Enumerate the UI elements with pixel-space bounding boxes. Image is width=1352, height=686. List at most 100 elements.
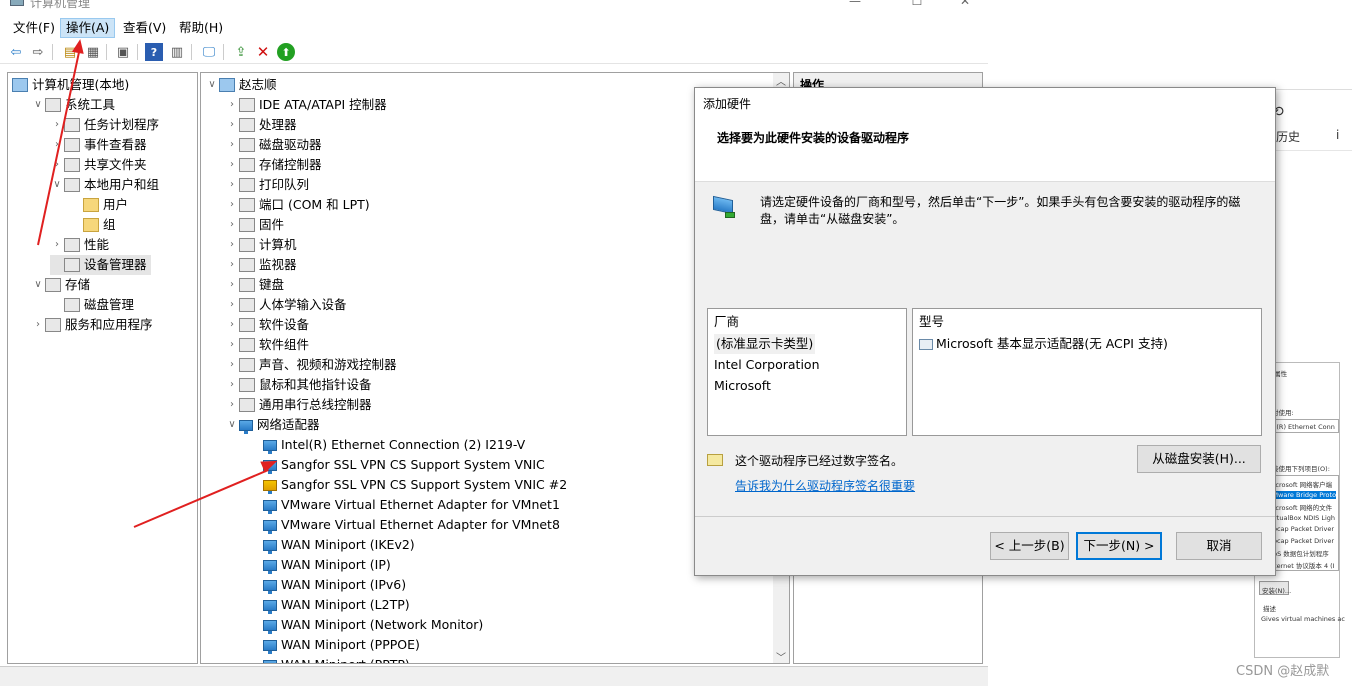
manufacturer-item[interactable]: Intel Corporation	[714, 355, 820, 375]
network-adapter-item[interactable]: VMware Virtual Ethernet Adapter for VMne…	[263, 515, 560, 535]
next-button[interactable]: 下一步(N) >	[1076, 532, 1162, 560]
device-category[interactable]: › 端口 (COM 和 LPT)	[225, 195, 370, 215]
device-category[interactable]: › 鼠标和其他指针设备	[225, 375, 372, 395]
tree-item[interactable]: 组	[69, 215, 116, 235]
device-category[interactable]: › 监视器	[225, 255, 297, 275]
chevron-right-icon[interactable]: ›	[225, 195, 239, 215]
device-category[interactable]: › 磁盘驱动器	[225, 135, 322, 155]
network-adapter-item[interactable]: Intel(R) Ethernet Connection (2) I219-V	[263, 435, 525, 455]
network-adapter-item[interactable]: WAN Miniport (PPTP)	[263, 655, 410, 663]
cancel-button[interactable]: 取消	[1176, 532, 1262, 560]
update-driver-icon[interactable]: ⇪	[232, 43, 250, 61]
menu-help[interactable]: 帮助(H)	[174, 18, 228, 38]
network-adapter-item[interactable]: WAN Miniport (L2TP)	[263, 595, 410, 615]
props-item[interactable]: Internet 协议版本 4 (I	[1268, 560, 1335, 570]
chevron-right-icon[interactable]: ›	[225, 255, 239, 275]
model-item[interactable]: Microsoft 基本显示适配器(无 ACPI 支持)	[919, 334, 1168, 354]
chevron-down-icon[interactable]: ∨	[205, 75, 219, 95]
device-category[interactable]: › 人体学输入设备	[225, 295, 347, 315]
manufacturer-list[interactable]: 厂商 (标准显示卡类型) Intel Corporation Microsoft	[707, 308, 907, 436]
properties-icon[interactable]: ▣	[114, 43, 132, 61]
device-category[interactable]: › 通用串行总线控制器	[225, 395, 372, 415]
network-adapter-item[interactable]: VMware Virtual Ethernet Adapter for VMne…	[263, 495, 560, 515]
chevron-right-icon[interactable]: ›	[50, 235, 64, 255]
tree-item[interactable]: › 事件查看器	[50, 135, 147, 155]
device-category[interactable]: ∨ 网络适配器	[225, 415, 320, 435]
enable-device-icon[interactable]: ⬆	[277, 43, 295, 61]
chevron-right-icon[interactable]: ›	[225, 95, 239, 115]
device-category[interactable]: › 存储控制器	[225, 155, 322, 175]
close-icon[interactable]: ✕	[950, 0, 980, 8]
chevron-right-icon[interactable]: ›	[225, 295, 239, 315]
tree-item[interactable]: 磁盘管理	[50, 295, 134, 315]
chevron-down-icon[interactable]: ∨	[225, 415, 239, 435]
props-item[interactable]: QoS 数据包计划程序	[1268, 548, 1329, 558]
chevron-right-icon[interactable]: ›	[225, 155, 239, 175]
scan-hardware-icon[interactable]: 🖵	[200, 43, 218, 61]
device-category[interactable]: › 处理器	[225, 115, 297, 135]
menu-action[interactable]: 操作(A)	[60, 18, 116, 38]
device-category[interactable]: › 键盘	[225, 275, 284, 295]
show-tree-icon[interactable]: ▦	[84, 43, 102, 61]
device-root[interactable]: ∨ 赵志顺	[205, 75, 277, 95]
chevron-right-icon[interactable]: ›	[225, 375, 239, 395]
chevron-right-icon[interactable]: ›	[225, 335, 239, 355]
tree-item[interactable]: ∨ 本地用户和组	[50, 175, 159, 195]
minimize-icon[interactable]: —	[840, 0, 870, 8]
network-adapter-item[interactable]: WAN Miniport (IP)	[263, 555, 391, 575]
chevron-down-icon[interactable]: ∨	[31, 275, 45, 295]
back-icon[interactable]: ⇦	[7, 43, 25, 61]
back-button[interactable]: < 上一步(B)	[990, 532, 1069, 560]
props-item[interactable]: Microsoft 网络客户端	[1268, 479, 1332, 489]
props-item[interactable]: Microsoft 网络的文件	[1268, 502, 1332, 512]
help-icon[interactable]: ?	[145, 43, 163, 61]
network-adapter-item[interactable]: WAN Miniport (IPv6)	[263, 575, 406, 595]
network-adapter-item[interactable]: Sangfor SSL VPN CS Support System VNIC #…	[263, 475, 567, 495]
network-adapter-item[interactable]: WAN Miniport (PPPOE)	[263, 635, 420, 655]
tree-item[interactable]: › 服务和应用程序	[31, 315, 153, 335]
props-item[interactable]: Npcap Packet Driver	[1268, 525, 1334, 533]
tree-item[interactable]: ∨ 系统工具	[31, 95, 115, 115]
chevron-right-icon[interactable]: ›	[31, 315, 45, 335]
tree-item[interactable]: › 任务计划程序	[50, 115, 159, 135]
device-category[interactable]: › IDE ATA/ATAPI 控制器	[225, 95, 387, 115]
network-adapter-item[interactable]: Sangfor SSL VPN CS Support System VNIC	[263, 455, 545, 475]
chevron-right-icon[interactable]: ›	[225, 235, 239, 255]
props-item[interactable]: VMware Bridge Proto	[1268, 490, 1337, 499]
device-category[interactable]: › 软件设备	[225, 315, 309, 335]
uninstall-icon[interactable]: ✕	[254, 43, 272, 61]
device-category[interactable]: › 打印队列	[225, 175, 309, 195]
chevron-right-icon[interactable]: ›	[225, 115, 239, 135]
device-category[interactable]: › 软件组件	[225, 335, 309, 355]
manufacturer-item[interactable]: Microsoft	[714, 376, 771, 396]
props-item[interactable]: VirtualBox NDIS Ligh	[1268, 514, 1335, 522]
forward-icon[interactable]: ⇨	[29, 43, 47, 61]
chevron-right-icon[interactable]: ›	[225, 175, 239, 195]
chevron-down-icon[interactable]: ∨	[31, 95, 45, 115]
device-category[interactable]: › 计算机	[225, 235, 297, 255]
signing-link[interactable]: 告诉我为什么驱动程序签名很重要	[735, 477, 915, 494]
scroll-up-icon[interactable]: ︿	[776, 73, 786, 88]
tree-item[interactable]: › 共享文件夹	[50, 155, 147, 175]
model-list[interactable]: 型号 Microsoft 基本显示适配器(无 ACPI 支持)	[912, 308, 1262, 436]
have-disk-button[interactable]: 从磁盘安装(H)...	[1137, 445, 1261, 473]
chevron-right-icon[interactable]: ›	[225, 355, 239, 375]
install-button[interactable]: 安装(N)...	[1259, 581, 1291, 595]
maximize-icon[interactable]: ☐	[902, 0, 932, 8]
manufacturer-item[interactable]: (标准显示卡类型)	[714, 334, 816, 354]
tree-item[interactable]: 设备管理器	[50, 255, 151, 275]
chevron-right-icon[interactable]: ›	[225, 395, 239, 415]
action-pane-icon[interactable]: ▥	[168, 43, 186, 61]
network-adapter-item[interactable]: WAN Miniport (IKEv2)	[263, 535, 415, 555]
chevron-right-icon[interactable]: ›	[225, 135, 239, 155]
props-item[interactable]: Npcap Packet Driver	[1268, 537, 1334, 545]
chevron-right-icon[interactable]: ›	[225, 315, 239, 335]
tree-item[interactable]: ∨ 存储	[31, 275, 90, 295]
tree-item[interactable]: 用户	[69, 195, 128, 215]
device-category[interactable]: › 固件	[225, 215, 284, 235]
menu-view[interactable]: 查看(V)	[118, 18, 171, 38]
chevron-right-icon[interactable]: ›	[225, 215, 239, 235]
scroll-down-icon[interactable]: ﹀	[776, 649, 786, 663]
tree-item[interactable]: › 性能	[50, 235, 109, 255]
menu-file[interactable]: 文件(F)	[8, 18, 60, 38]
